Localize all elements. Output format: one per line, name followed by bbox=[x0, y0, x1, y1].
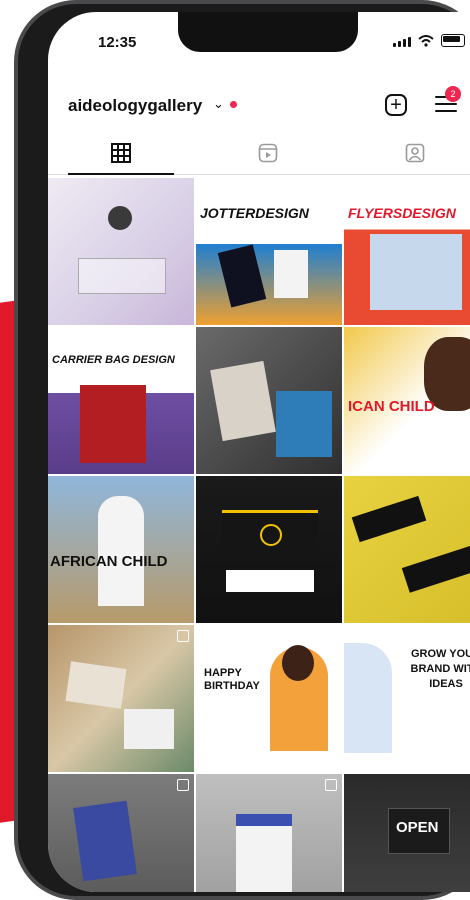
post-tile[interactable]: ICAN CHILD bbox=[344, 327, 470, 474]
magazine-shape bbox=[210, 360, 276, 442]
tab-tagged[interactable] bbox=[342, 132, 470, 174]
post-tile[interactable] bbox=[48, 178, 194, 325]
add-post-button[interactable]: + bbox=[385, 94, 407, 116]
portrait-shape bbox=[108, 206, 132, 230]
wifi-icon bbox=[418, 35, 434, 47]
post-tile[interactable]: HAPPY BIRTHDAY bbox=[196, 625, 342, 772]
notebook-shape bbox=[217, 244, 267, 308]
grid-icon bbox=[111, 143, 131, 163]
battery-icon bbox=[441, 34, 465, 47]
notebook-shape bbox=[274, 250, 308, 298]
tab-posts-grid[interactable] bbox=[48, 132, 194, 175]
tab-reels[interactable] bbox=[195, 132, 341, 174]
signal-icon bbox=[393, 37, 411, 47]
phone-bezel: 12:35 aideologygallery ⌄ + 2 JOTTERDESIG… bbox=[18, 4, 470, 896]
post-title: JOTTERDESIGN bbox=[200, 205, 309, 221]
frame-shape bbox=[78, 258, 166, 294]
carousel-icon bbox=[177, 630, 189, 642]
reels-icon bbox=[258, 143, 278, 163]
logo-circle bbox=[260, 524, 282, 546]
post-title: ICAN CHILD bbox=[348, 398, 435, 415]
print-shape bbox=[124, 709, 174, 749]
carrier-bag-shape bbox=[80, 385, 146, 463]
post-title: OPEN bbox=[396, 819, 439, 836]
post-tile[interactable]: OPEN bbox=[344, 774, 470, 892]
carousel-icon bbox=[325, 779, 337, 791]
business-card-shape bbox=[401, 545, 470, 593]
profile-header: aideologygallery ⌄ + 2 bbox=[48, 82, 470, 128]
post-title: GROW YOUR BRAND WITH IDEAS bbox=[410, 648, 470, 690]
phone-frame: 12:35 aideologygallery ⌄ + 2 JOTTERDESIG… bbox=[14, 0, 470, 900]
post-title: HAPPY BIRTHDAY bbox=[204, 667, 260, 693]
business-card-shape bbox=[351, 495, 427, 543]
post-tile[interactable] bbox=[344, 476, 470, 623]
chevron-down-icon[interactable]: ⌄ bbox=[213, 96, 224, 112]
phone-notch bbox=[178, 12, 358, 52]
face-shape bbox=[282, 645, 314, 681]
notification-dot bbox=[230, 101, 237, 108]
business-card-shape bbox=[226, 570, 314, 592]
print-shape bbox=[65, 661, 127, 709]
post-tile[interactable]: CARRIER BAG DESIGN bbox=[48, 327, 194, 474]
child-figure-shape bbox=[98, 496, 144, 606]
post-tile[interactable]: GROW YOUR BRAND WITH IDEAS bbox=[344, 625, 470, 772]
status-icons bbox=[393, 34, 465, 47]
carousel-icon bbox=[177, 779, 189, 791]
flyer-shape bbox=[370, 234, 462, 310]
person-shape bbox=[344, 643, 392, 753]
post-title: AFRICAN CHILD bbox=[50, 553, 168, 570]
post-tile[interactable]: JOTTERDESIGN bbox=[196, 178, 342, 325]
status-time: 12:35 bbox=[98, 34, 137, 51]
post-tile[interactable]: FLYERSDESIGN bbox=[344, 178, 470, 325]
post-tile[interactable] bbox=[196, 327, 342, 474]
profile-username[interactable]: aideologygallery bbox=[68, 96, 202, 116]
post-title: FLYERSDESIGN bbox=[348, 205, 456, 221]
menu-button[interactable]: 2 bbox=[435, 86, 461, 116]
post-tile[interactable] bbox=[196, 476, 342, 623]
magazine-shape bbox=[73, 800, 137, 882]
post-tile[interactable]: AFRICAN CHILD bbox=[48, 476, 194, 623]
post-title: CARRIER BAG DESIGN bbox=[52, 354, 175, 366]
post-tile[interactable] bbox=[48, 774, 194, 892]
app-screen: 12:35 aideologygallery ⌄ + 2 JOTTERDESIG… bbox=[48, 12, 470, 892]
post-tile[interactable] bbox=[48, 625, 194, 772]
carousel-icon bbox=[325, 183, 337, 195]
post-tile[interactable] bbox=[196, 774, 342, 892]
menu-badge: 2 bbox=[445, 86, 461, 102]
magazine-shape bbox=[276, 391, 332, 457]
tagged-user-icon bbox=[405, 143, 425, 163]
profile-tabs bbox=[48, 132, 470, 175]
id-card-shape bbox=[236, 814, 292, 892]
posts-grid: JOTTERDESIGN FLYERSDESIGN CARRIER BAG DE… bbox=[48, 178, 470, 892]
